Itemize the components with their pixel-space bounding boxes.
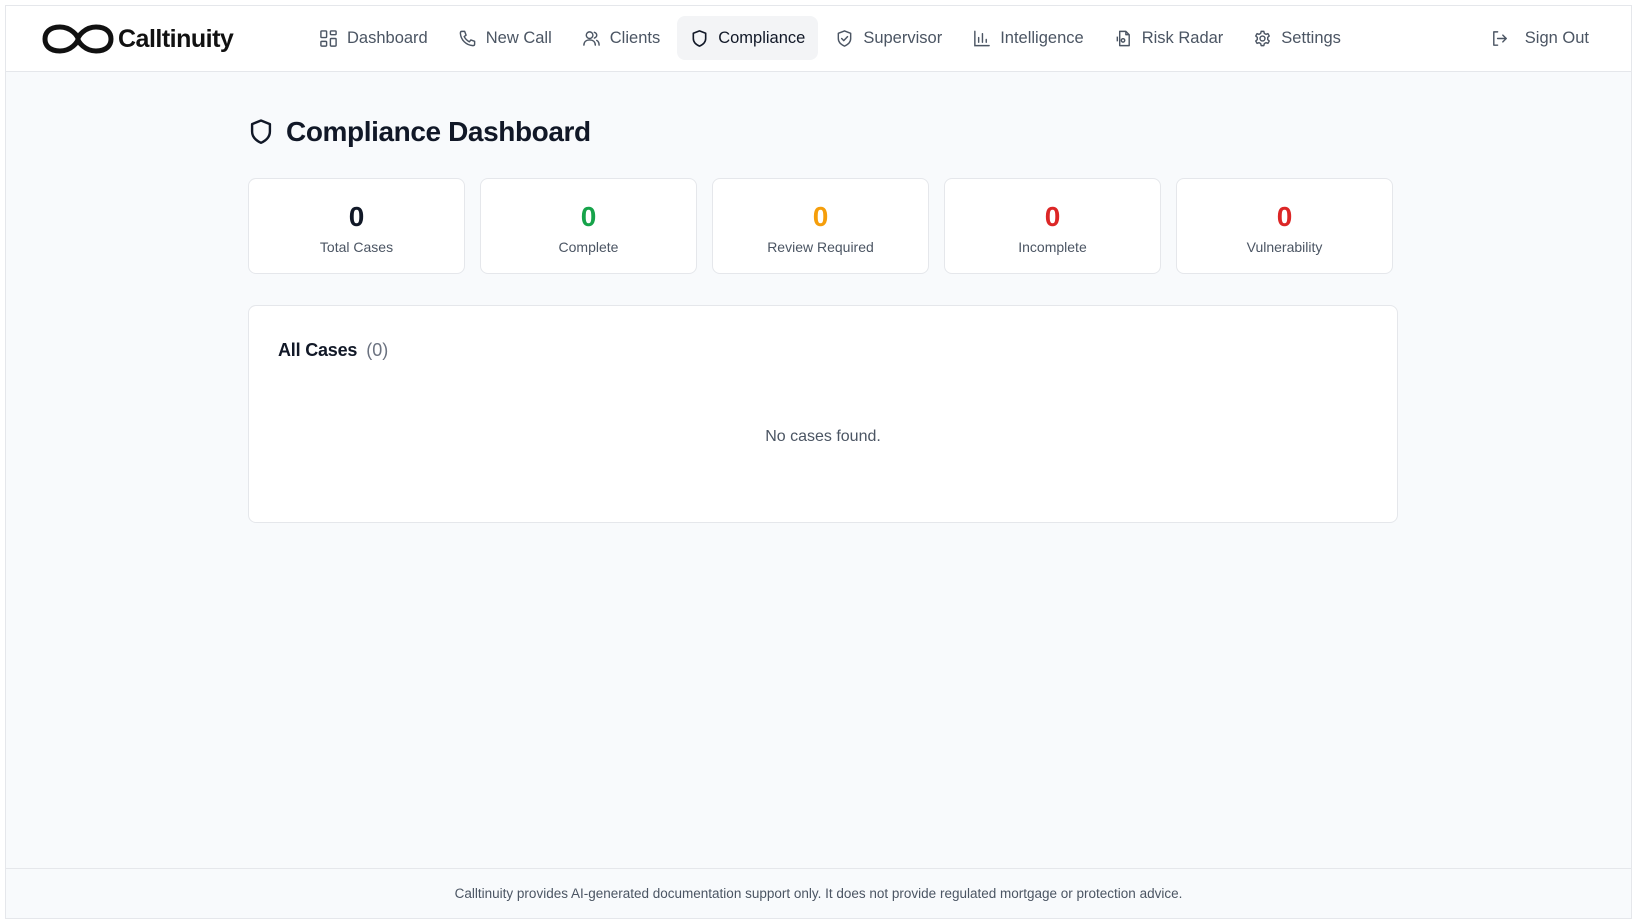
log-out-icon	[1492, 30, 1507, 46]
nav-item-clients[interactable]: Clients	[569, 16, 673, 60]
cases-header: All Cases (0)	[278, 340, 388, 361]
sign-out-label: Sign Out	[1524, 28, 1589, 47]
cases-title: All Cases	[278, 340, 358, 360]
cases-count: (0)	[366, 340, 389, 360]
stat-label: Complete	[558, 239, 619, 255]
stat-card-complete: 0 Complete	[480, 178, 697, 274]
nav-item-risk-radar[interactable]: Risk Radar	[1101, 16, 1237, 60]
main-navigation: Dashboard New Call Clients Compliance Su…	[306, 16, 1354, 60]
nav-item-supervisor[interactable]: Supervisor	[822, 16, 955, 60]
nav-item-intelligence[interactable]: Intelligence	[959, 16, 1096, 60]
footer-disclaimer: Calltinuity provides AI-generated docume…	[454, 886, 1183, 901]
stat-value: 0	[1044, 201, 1061, 232]
brand-name: Calltinuity	[118, 24, 234, 53]
stat-value: 0	[1276, 201, 1293, 232]
stat-label: Vulnerability	[1246, 239, 1323, 255]
all-cases-panel: All Cases (0) No cases found.	[248, 305, 1398, 523]
gear-icon	[1255, 30, 1271, 46]
grid-icon	[320, 29, 337, 47]
infinity-logo-icon	[42, 24, 114, 54]
shield-check-icon	[837, 29, 852, 47]
nav-item-label: Settings	[1281, 28, 1341, 47]
top-navigation-bar: Calltinuity Dashboard New Call Clients C…	[6, 6, 1631, 72]
stat-value: 0	[580, 201, 597, 232]
stat-value: 0	[812, 201, 829, 232]
stat-label: Incomplete	[1018, 239, 1087, 255]
nav-item-settings[interactable]: Settings	[1240, 16, 1354, 60]
stat-label: Review Required	[767, 239, 874, 255]
file-icon	[1116, 30, 1130, 46]
stat-label: Total Cases	[319, 239, 394, 255]
page-title: Compliance Dashboard	[248, 116, 591, 148]
nav-item-compliance[interactable]: Compliance	[677, 16, 819, 60]
stat-value: 0	[348, 201, 365, 232]
bar-chart-icon	[974, 30, 991, 46]
nav-item-label: Dashboard	[347, 28, 428, 47]
stats-row: 0 Total Cases 0 Complete 0 Review Requir…	[248, 178, 1393, 274]
nav-item-new-call[interactable]: New Call	[445, 16, 565, 60]
footer: Calltinuity provides AI-generated docume…	[6, 868, 1631, 918]
stat-card-incomplete: 0 Incomplete	[944, 178, 1161, 274]
nav-item-label: Supervisor	[863, 28, 943, 47]
nav-item-label: Clients	[609, 28, 661, 47]
empty-state-message: No cases found.	[765, 428, 881, 445]
nav-item-dashboard[interactable]: Dashboard	[306, 16, 441, 60]
app-window: Calltinuity Dashboard New Call Clients C…	[5, 5, 1632, 919]
nav-item-label: New Call	[485, 28, 552, 47]
users-icon	[582, 30, 600, 46]
stat-card-vulnerability: 0 Vulnerability	[1176, 178, 1393, 274]
phone-icon	[459, 30, 476, 46]
sign-out-button[interactable]: Sign Out	[1490, 16, 1589, 60]
shield-icon	[250, 119, 272, 145]
nav-item-label: Risk Radar	[1141, 28, 1224, 47]
stat-card-total-cases: 0 Total Cases	[248, 178, 465, 274]
shield-icon	[692, 29, 707, 47]
nav-item-label: Compliance	[718, 28, 806, 47]
brand-logo[interactable]: Calltinuity	[42, 20, 234, 58]
nav-item-label: Intelligence	[1000, 28, 1084, 47]
page-title-text: Compliance Dashboard	[286, 116, 591, 147]
stat-card-review-required: 0 Review Required	[712, 178, 929, 274]
